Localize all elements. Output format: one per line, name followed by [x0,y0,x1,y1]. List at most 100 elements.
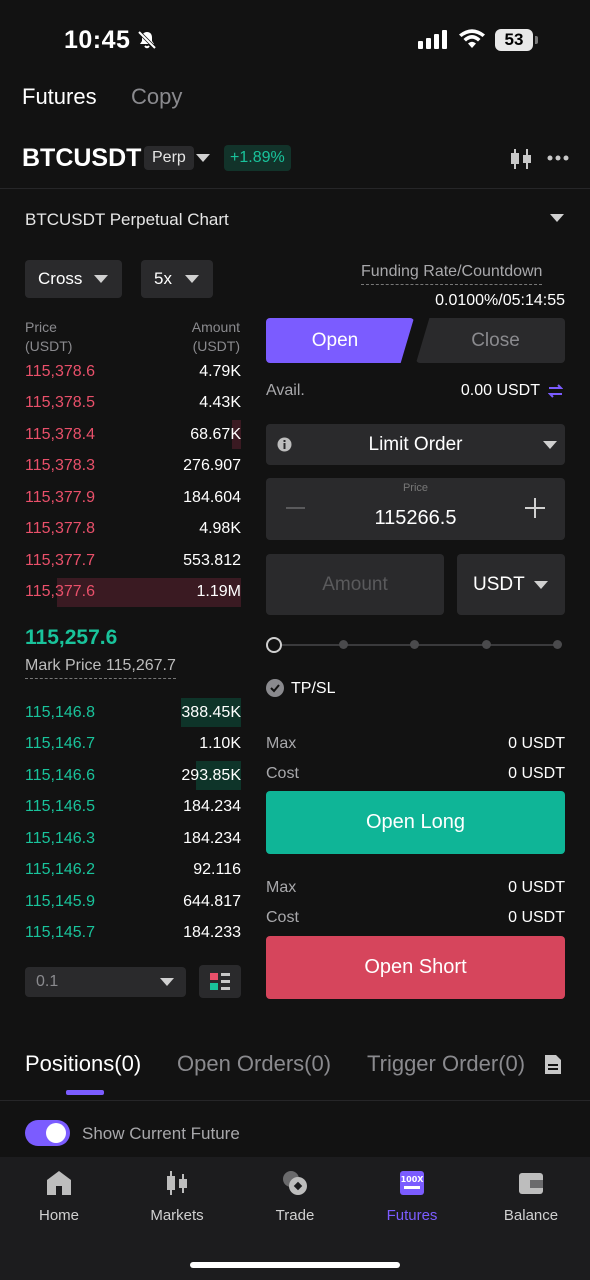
chevron-down-icon [543,441,557,449]
chart-title[interactable]: BTCUSDT Perpetual Chart [25,210,229,230]
symbol-dropdown-icon[interactable] [196,154,210,162]
nav-markets[interactable]: Markets [127,1168,227,1224]
nav-trade[interactable]: Trade [245,1168,345,1224]
tab-positions[interactable]: Positions(0) [25,1051,141,1077]
decrease-price-icon[interactable] [286,507,305,509]
price-field-label: Price [402,482,429,494]
candlestick-chart-icon[interactable] [508,147,534,171]
bid-row[interactable]: 115,146.2 92.116 [25,855,241,887]
ask-row[interactable]: 115,378.4 68.67K [25,419,241,451]
tab-copy[interactable]: Copy [131,84,182,110]
bid-amount: 388.45K [181,703,241,721]
battery-indicator: 53 [495,29,533,51]
nav-balance[interactable]: Balance [481,1168,581,1224]
bid-row[interactable]: 115,145.7 184.233 [25,918,241,950]
funding-rate-label[interactable]: Funding Rate/Countdown [361,263,543,285]
tabs-divider [0,1100,590,1101]
order-history-icon[interactable] [543,1053,563,1076]
header-divider [0,188,590,189]
tab-close[interactable]: Close [416,318,565,363]
bid-row[interactable]: 115,145.9 644.817 [25,886,241,918]
bid-amount: 184.233 [183,924,241,942]
nav-markets-label: Markets [150,1207,204,1224]
short-max-label: Max [266,879,297,896]
amount-input[interactable]: Amount [266,554,444,615]
nav-home[interactable]: Home [9,1168,109,1224]
order-type-label: Limit Order [368,434,463,455]
ask-price: 115,378.3 [25,457,95,475]
bid-amount: 184.234 [183,829,241,847]
tpsl-checkbox-icon[interactable] [266,679,284,697]
bid-row[interactable]: 115,146.7 1.10K [25,729,241,761]
home-indicator[interactable] [190,1262,400,1268]
trade-icon [283,1171,307,1195]
bid-row[interactable]: 115,146.8 388.45K [25,697,241,729]
order-type-select[interactable]: Limit Order [266,424,565,465]
chevron-down-icon [94,275,108,283]
chart-expand-icon[interactable] [550,214,564,222]
nav-futures[interactable]: 100X Futures [362,1168,462,1224]
short-max-value: 0 USDT [508,879,565,896]
ask-amount: 184.604 [183,488,241,506]
increase-price-icon[interactable] [525,498,545,518]
orderbook-layout-button[interactable] [199,965,241,998]
nav-futures-label: Futures [386,1207,438,1224]
price-input[interactable]: Price 115266.5 [266,478,565,540]
ask-row[interactable]: 115,377.8 4.98K [25,514,241,546]
ask-amount: 1.19M [196,583,241,601]
mark-price[interactable]: Mark Price 115,267.7 [25,657,176,679]
bell-muted-icon [137,30,157,50]
open-long-button[interactable]: Open Long [266,791,565,854]
ask-row[interactable]: 115,378.5 4.43K [25,388,241,420]
tpsl-label[interactable]: TP/SL [291,680,335,698]
tab-open[interactable]: Open [266,318,414,363]
symbol-name[interactable]: BTCUSDT [22,144,141,173]
ask-price: 115,378.4 [25,425,95,443]
slider-step-25[interactable] [339,640,348,649]
ask-row[interactable]: 115,378.6 4.79K [25,356,241,388]
leverage-select[interactable]: 5x [141,260,213,298]
slider-step-75[interactable] [482,640,491,649]
margin-mode-select[interactable]: Cross [25,260,122,298]
contract-type-badge: Perp [144,146,194,170]
amount-slider-knob[interactable] [266,637,282,653]
ask-row[interactable]: 115,377.7 553.812 [25,545,241,577]
ask-amount: 4.98K [199,520,241,538]
more-options-icon[interactable] [547,155,569,161]
bid-price: 115,146.7 [25,735,95,753]
precision-value: 0.1 [36,973,59,990]
long-cost-value: 0 USDT [508,765,565,782]
ask-row[interactable]: 115,378.3 276.907 [25,451,241,483]
ask-amount: 4.79K [199,362,241,380]
slider-step-50[interactable] [410,640,419,649]
tab-futures[interactable]: Futures [22,84,97,110]
ask-price: 115,377.7 [25,551,95,569]
bid-row[interactable]: 115,146.3 184.234 [25,823,241,855]
bid-row[interactable]: 115,146.5 184.234 [25,792,241,824]
bid-price: 115,145.9 [25,892,95,910]
ask-row[interactable]: 115,377.9 184.604 [25,482,241,514]
transfer-icon[interactable] [548,384,563,398]
ask-row[interactable]: 115,377.6 1.19M [25,577,241,609]
margin-mode-label: Cross [38,269,83,288]
leverage-label: 5x [154,269,172,288]
precision-select[interactable]: 0.1 [25,967,186,997]
ask-amount: 68.67K [190,425,241,443]
bid-price: 115,146.2 [25,861,95,879]
show-current-future-label: Show Current Future [82,1124,240,1143]
tab-open-orders[interactable]: Open Orders(0) [177,1051,331,1077]
tab-trigger-order[interactable]: Trigger Order(0) [367,1051,525,1077]
ask-price: 115,377.8 [25,520,95,538]
slider-step-100[interactable] [553,640,562,649]
ask-amount: 276.907 [183,457,241,475]
bid-row[interactable]: 115,146.6 293.85K [25,760,241,792]
bid-amount: 293.85K [181,766,241,784]
open-short-button[interactable]: Open Short [266,936,565,999]
cellular-signal-icon [418,30,447,49]
active-tab-indicator [66,1090,104,1095]
short-cost-value: 0 USDT [508,909,565,926]
battery-nub [535,36,538,44]
long-max-value: 0 USDT [508,735,565,752]
amount-unit-select[interactable]: USDT [457,554,565,615]
chevron-down-icon [185,275,199,283]
